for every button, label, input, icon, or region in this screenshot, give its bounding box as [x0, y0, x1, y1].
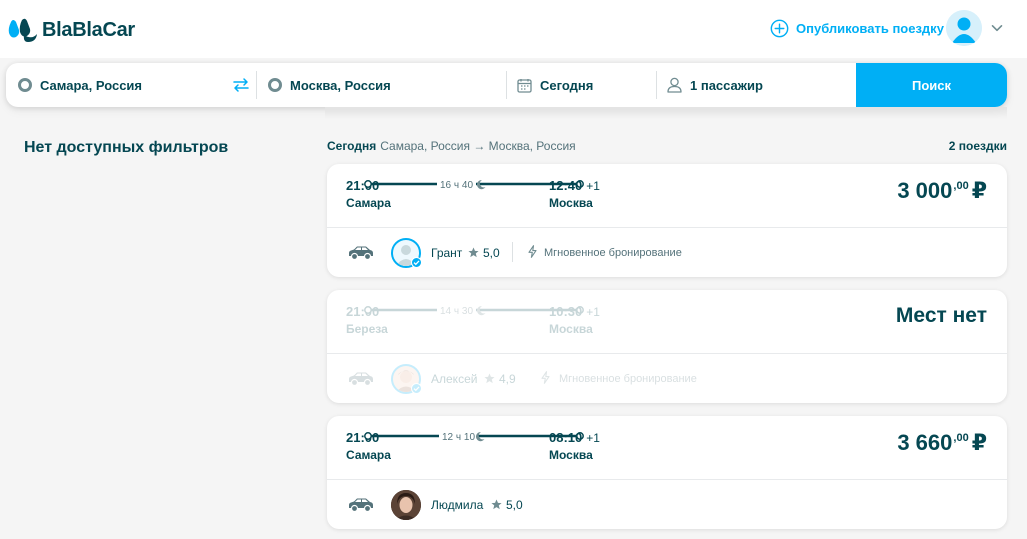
from-value: Самара, Россия [40, 77, 143, 93]
passengers-field[interactable]: 1 пассажир [667, 63, 763, 107]
from-city: Береза [346, 322, 388, 336]
origin-circle-icon [18, 78, 32, 92]
plus-circle-icon [770, 19, 789, 37]
ride-price: 3 660,00 ₽ [897, 430, 987, 455]
driver-rating: 4,9 [499, 372, 516, 386]
to-city: Москва [549, 196, 593, 210]
verified-badge-icon [411, 383, 422, 394]
no-filters-label: Нет доступных фильтров [24, 139, 229, 156]
driver-rating: 5,0 [506, 498, 523, 512]
date-field[interactable]: Сегодня [517, 63, 593, 107]
person-icon [667, 77, 682, 93]
divider [256, 71, 257, 99]
results-count: 2 поездки [948, 139, 1007, 153]
arrive-time: 10:30 +1 [549, 304, 600, 319]
ride-card[interactable]: 21:00 16 ч 40 12:40 +1 Самара Москва 3 00… [327, 164, 1007, 277]
from-city: Самара [346, 448, 391, 462]
publish-ride-label: Опубликовать поездку [796, 20, 944, 36]
destination-circle-icon [268, 78, 282, 92]
star-icon [484, 373, 495, 384]
verified-badge-icon [411, 257, 422, 268]
moon-icon [476, 179, 486, 190]
car-icon [349, 372, 373, 387]
moon-icon [475, 431, 485, 442]
brand-name: BlaBlaCar [42, 18, 135, 41]
search-button[interactable]: Поиск [856, 63, 1007, 107]
arrive-time: 12:40 +1 [549, 178, 600, 193]
blablacar-logo-icon [8, 18, 37, 42]
search-shadow [325, 107, 1007, 119]
driver-name: Грант [431, 246, 463, 260]
from-city: Самара [346, 196, 391, 210]
driver-name: Алексей [431, 372, 478, 386]
driver-rating: 5,0 [483, 246, 500, 260]
instant-booking-label: Мгновенное бронирование [544, 247, 682, 259]
driver-name: Людмила [431, 498, 484, 512]
from-field[interactable]: Самара, Россия [18, 63, 142, 107]
star-icon [468, 247, 479, 258]
to-city: Москва [549, 322, 593, 336]
calendar-icon [517, 78, 532, 93]
to-value: Москва, Россия [290, 77, 391, 93]
results-header: Сегодня Самара, Россия → Москва, Россия 2… [327, 139, 1007, 155]
card-divider [327, 353, 1007, 354]
chevron-down-icon [991, 25, 1003, 32]
profile-menu-button[interactable] [946, 10, 1004, 46]
divider [506, 71, 507, 99]
to-field[interactable]: Москва, Россия [268, 63, 391, 107]
passengers-value: 1 пассажир [690, 77, 763, 93]
trip-duration: 14 ч 30 [437, 306, 477, 317]
divider [656, 71, 657, 99]
top-header: BlaBlaCar Опубликовать поездку [0, 0, 1027, 58]
search-bar: Самара, Россия Москва, Россия Сегодня 1 … [6, 63, 1007, 107]
car-icon [349, 246, 373, 261]
moon-icon [476, 305, 486, 316]
no-seats-label: Мест нет [895, 304, 987, 327]
results-route: Самара, Россия → Москва, Россия [380, 139, 576, 153]
trip-duration: 16 ч 40 [437, 180, 477, 191]
card-divider [327, 479, 1007, 480]
star-icon [491, 499, 502, 510]
trip-duration: 12 ч 10 [439, 432, 479, 443]
to-city: Москва [549, 448, 593, 462]
results-date: Сегодня [327, 139, 377, 153]
swap-arrows-icon[interactable] [232, 77, 250, 93]
publish-ride-button[interactable]: Опубликовать поездку [770, 18, 944, 38]
lightning-icon [528, 245, 537, 258]
card-divider [327, 227, 1007, 228]
arrive-time: 08:10 +1 [549, 430, 600, 445]
instant-booking-label: Мгновенное бронирование [559, 373, 697, 385]
ride-card[interactable]: 21:00 14 ч 30 10:30 +1 Береза Москва Мест… [327, 290, 1007, 403]
user-avatar-icon [946, 10, 982, 46]
lightning-icon [541, 371, 550, 384]
driver-avatar [391, 490, 421, 520]
car-icon [349, 498, 373, 513]
ride-card[interactable]: 21:00 12 ч 10 08:10 +1 Самара Москва 3 66… [327, 416, 1007, 529]
divider [512, 242, 513, 262]
ride-price: 3 000,00 ₽ [897, 178, 987, 203]
blablacar-logo[interactable]: BlaBlaCar [8, 16, 135, 44]
date-value: Сегодня [540, 77, 594, 93]
